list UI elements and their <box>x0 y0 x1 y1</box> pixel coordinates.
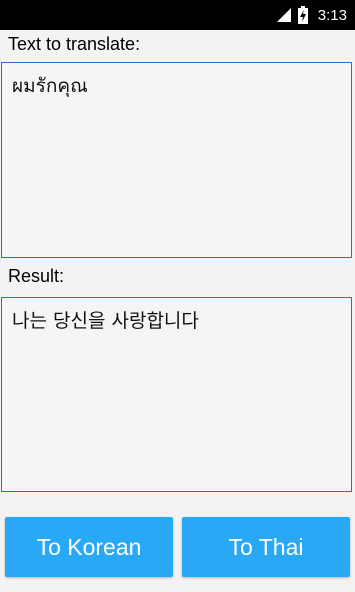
result-text-output[interactable]: 나는 당신을 사랑합니다 <box>1 297 352 492</box>
source-label: Text to translate: <box>8 34 141 54</box>
status-bar: 3:13 <box>0 0 355 30</box>
status-clock: 3:13 <box>317 6 347 24</box>
signal-icon <box>276 7 292 23</box>
source-text-input[interactable]: ผมรักคุณ <box>1 62 352 258</box>
result-label: Result: <box>8 266 65 286</box>
to-korean-button[interactable]: To Korean <box>5 517 173 577</box>
to-thai-button[interactable]: To Thai <box>182 517 350 577</box>
status-icons: 3:13 <box>276 0 347 30</box>
app-screen: 3:13 Text to translate: ผมรักคุณ Result:… <box>0 0 355 592</box>
battery-charging-icon <box>297 6 308 24</box>
